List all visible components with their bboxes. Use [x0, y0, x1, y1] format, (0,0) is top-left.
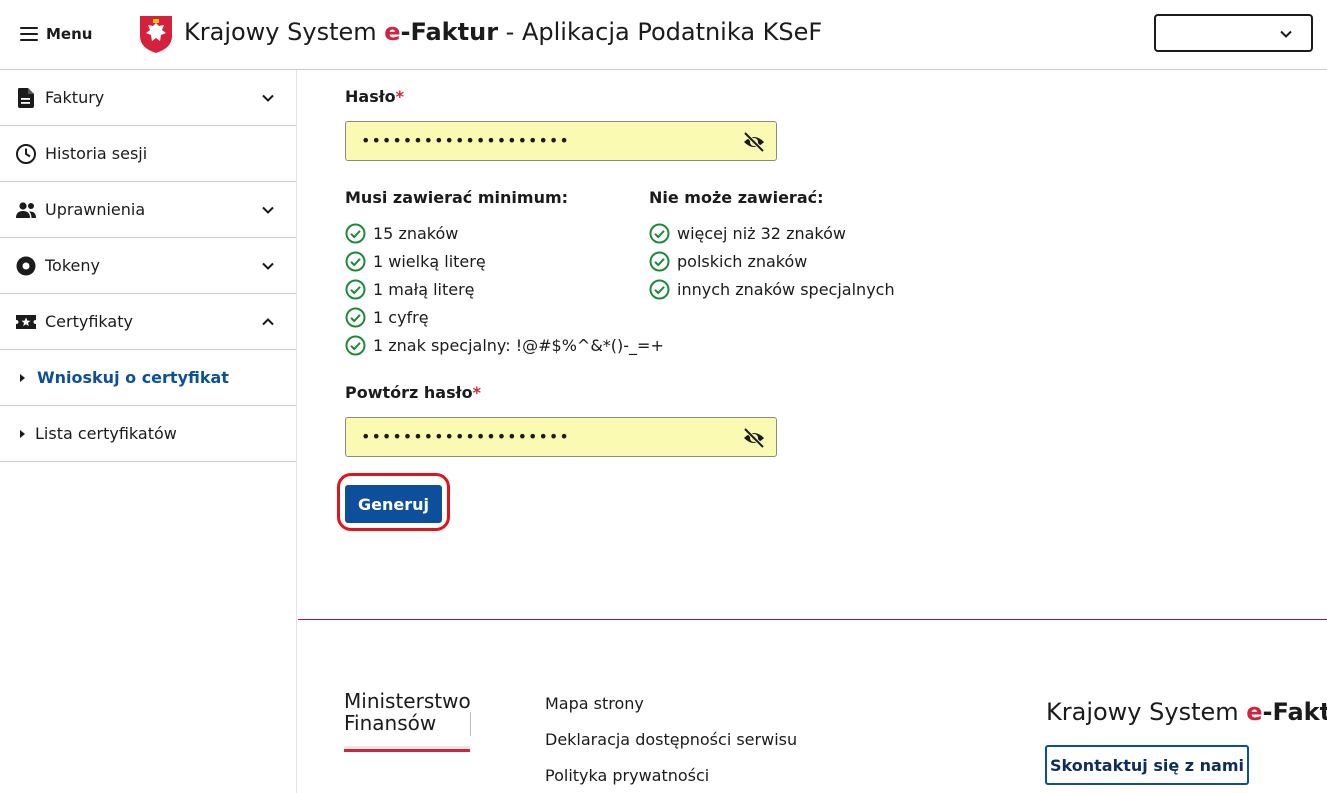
chevron-down-icon [262, 262, 274, 270]
sidebar-subitem-label: Lista certyfikatów [35, 424, 177, 443]
ministry-logo-line2: Finansów [344, 711, 437, 735]
sidebar-item-label: Faktury [45, 88, 105, 107]
requirement-text: 15 znaków [373, 223, 459, 243]
password-input[interactable]: •••••••••••••••••••• [345, 121, 777, 161]
must-contain-heading: Musi zawierać minimum: [345, 188, 569, 207]
requirement-text: 1 cyfrę [373, 307, 429, 327]
app-title-faktur: -Faktur [400, 18, 499, 46]
ksef-logo-faktur: -Faktur [1262, 698, 1327, 726]
ministry-logo-line1: Ministerstwo [344, 689, 471, 713]
chevron-up-icon [262, 318, 274, 326]
menu-label: Menu [46, 25, 93, 43]
page-footer: Ministerstwo Finansów Mapa strony Deklar… [298, 619, 1327, 793]
check-circle-icon [345, 307, 366, 327]
ksef-footer-logo: Krajowy System e-Faktur [1046, 698, 1327, 726]
sidebar-item-faktury[interactable]: Faktury [0, 70, 296, 126]
sidebar-subitem-lista[interactable]: Lista certyfikatów [0, 406, 296, 462]
sidebar-item-label: Certyfikaty [45, 312, 133, 331]
requirement-item: więcej niż 32 znaków [649, 219, 895, 247]
cannot-contain-list: więcej niż 32 znaków polskich znaków inn… [649, 219, 895, 303]
chevron-down-icon [262, 206, 274, 214]
menu-button[interactable]: Menu [20, 20, 92, 48]
requirement-item: 1 cyfrę [345, 303, 664, 331]
required-mark: * [472, 383, 481, 402]
sidebar-nav: Faktury Historia sesji Uprawnienia Token… [0, 70, 297, 793]
password-label: Hasło* [345, 87, 404, 106]
generate-button[interactable]: Generuj [345, 485, 442, 523]
footer-link-accessibility[interactable]: Deklaracja dostępności serwisu [545, 730, 797, 766]
app-title-prefix: Krajowy System [184, 18, 385, 46]
sidebar-item-uprawnienia[interactable]: Uprawnienia [0, 182, 296, 238]
requirement-text: 1 znak specjalny: !@#$%^&*()-_=+ [373, 335, 664, 355]
requirement-item: polskich znaków [649, 247, 895, 275]
eye-off-icon[interactable] [742, 426, 766, 450]
repeat-password-label-text: Powtórz hasło [345, 383, 473, 402]
password-input-value: •••••••••••••••••••• [361, 131, 570, 150]
certificate-icon [15, 311, 37, 333]
password-label-text: Hasło [345, 87, 396, 106]
requirement-item: 1 małą literę [345, 275, 664, 303]
sidebar-item-tokeny[interactable]: Tokeny [0, 238, 296, 294]
check-circle-icon [649, 279, 670, 299]
clock-icon [15, 143, 37, 165]
sidebar-subitem-label: Wnioskuj o certyfikat [37, 368, 229, 387]
repeat-password-input[interactable]: •••••••••••••••••••• [345, 417, 777, 457]
sidebar-subitem-wnioskuj[interactable]: Wnioskuj o certyfikat [0, 350, 296, 406]
chevron-down-icon [1280, 30, 1292, 38]
check-circle-icon [345, 251, 366, 271]
sidebar-item-label: Uprawnienia [45, 200, 146, 219]
chevron-down-icon [262, 94, 274, 102]
contact-button[interactable]: Skontaktuj się z nami [1045, 745, 1249, 785]
requirement-item: 15 znaków [345, 219, 664, 247]
hamburger-icon [20, 27, 38, 41]
generate-button-highlight: Generuj [337, 473, 450, 531]
app-header: Menu Krajowy System e-Faktur - Aplikacja… [0, 0, 1327, 70]
bullet-triangle-icon [20, 373, 25, 382]
document-icon [15, 87, 37, 109]
repeat-password-label: Powtórz hasło* [345, 383, 481, 402]
ksef-logo-e: e [1246, 698, 1263, 726]
sidebar-item-historia-sesji[interactable]: Historia sesji [0, 126, 296, 182]
ministry-logo: Ministerstwo Finansów [344, 689, 474, 752]
requirement-item: innych znaków specjalnych [649, 275, 895, 303]
polish-emblem-icon [140, 16, 172, 53]
check-circle-icon [649, 223, 670, 243]
check-circle-icon [649, 251, 670, 271]
requirement-text: innych znaków specjalnych [677, 279, 895, 299]
cannot-contain-heading: Nie może zawierać: [649, 188, 824, 207]
token-icon [15, 255, 37, 277]
requirement-item: 1 wielką literę [345, 247, 664, 275]
app-title-e: e [384, 18, 401, 46]
footer-links: Mapa strony Deklaracja dostępności serwi… [545, 694, 797, 793]
check-circle-icon [345, 335, 366, 355]
footer-link-privacy[interactable]: Polityka prywatności [545, 766, 797, 793]
requirement-text: 1 wielką literę [373, 251, 486, 271]
requirement-text: polskich znaków [677, 251, 808, 271]
requirement-text: 1 małą literę [373, 279, 475, 299]
certificate-request-form: Hasło* •••••••••••••••••••• Musi zawiera… [298, 70, 1327, 620]
app-title: Krajowy System e-Faktur - Aplikacja Poda… [184, 18, 822, 46]
bullet-triangle-icon [20, 429, 25, 438]
people-icon [15, 199, 37, 221]
requirement-text: więcej niż 32 znaków [677, 223, 846, 243]
requirement-item: 1 znak specjalny: !@#$%^&*()-_=+ [345, 331, 664, 359]
ministry-logo-divider [470, 712, 471, 736]
sidebar-item-label: Tokeny [45, 256, 100, 275]
language-select[interactable] [1154, 14, 1313, 52]
repeat-password-input-value: •••••••••••••••••••• [361, 427, 570, 446]
app-title-suffix: - Aplikacja Podatnika KSeF [498, 18, 823, 46]
ksef-logo-prefix: Krajowy System [1046, 698, 1247, 726]
ministry-logo-flag-bar [344, 746, 470, 752]
check-circle-icon [345, 279, 366, 299]
footer-link-sitemap[interactable]: Mapa strony [545, 694, 797, 730]
required-mark: * [395, 87, 405, 106]
sidebar-item-label: Historia sesji [45, 144, 148, 163]
must-contain-list: 15 znaków 1 wielką literę 1 małą literę … [345, 219, 664, 359]
sidebar-item-certyfikaty[interactable]: Certyfikaty [0, 294, 296, 350]
eye-off-icon[interactable] [742, 130, 766, 154]
check-circle-icon [345, 223, 366, 243]
